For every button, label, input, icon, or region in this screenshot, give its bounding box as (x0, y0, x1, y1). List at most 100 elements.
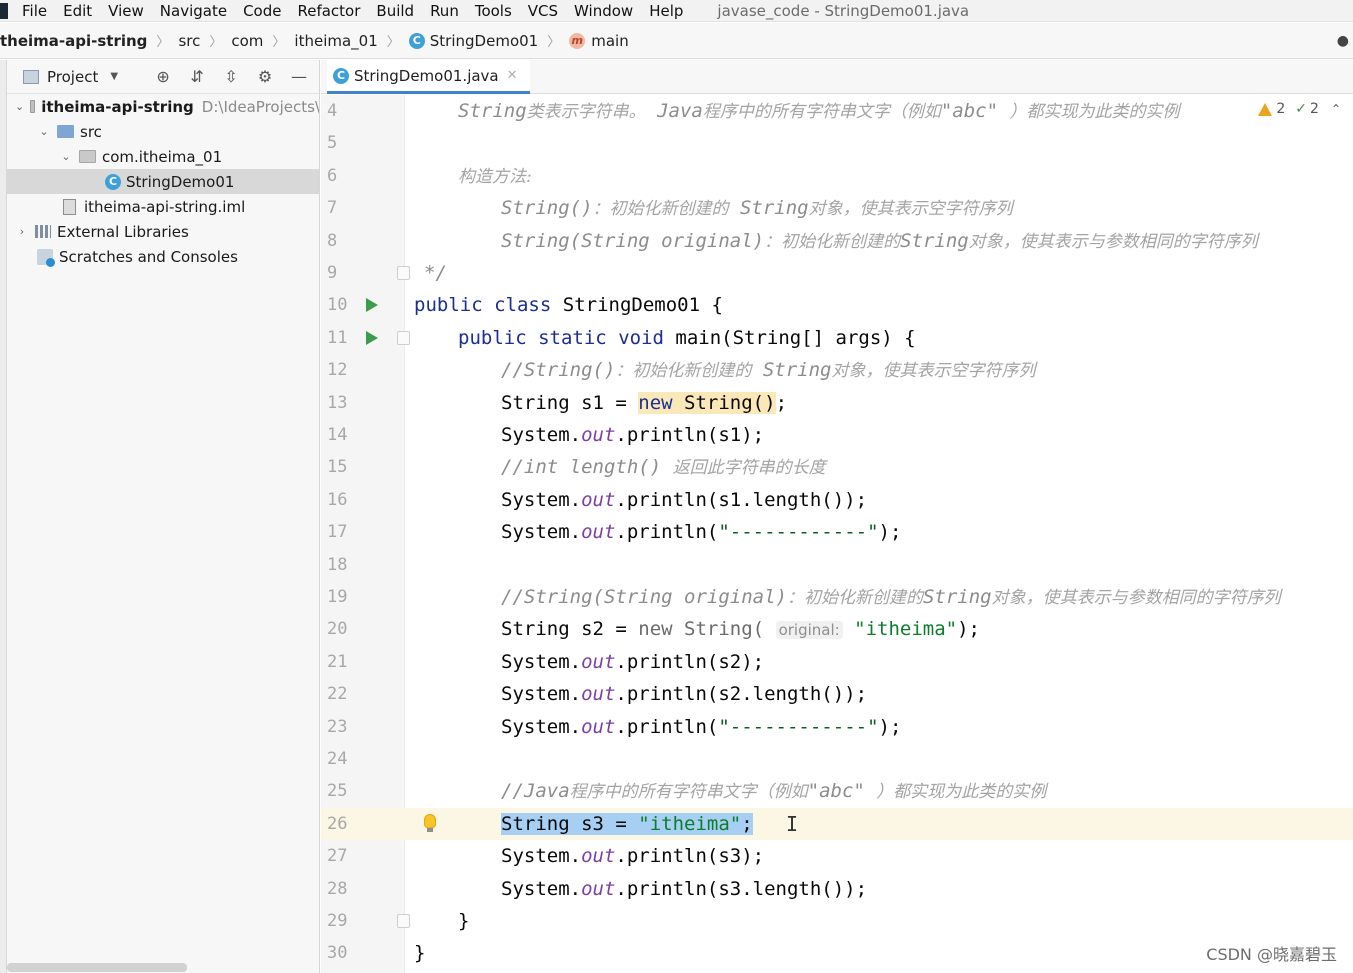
static-field: out (581, 521, 616, 544)
fold-icon[interactable] (397, 330, 410, 345)
tree-item-scratches[interactable]: Scratches and Consoles (7, 244, 319, 269)
menu-vcs[interactable]: VCS (528, 2, 558, 20)
expand-all-icon[interactable]: ⇵ (188, 67, 206, 86)
breadcrumb-method-label: main (591, 31, 629, 50)
user-icon[interactable]: ● (1337, 33, 1349, 49)
menu-build[interactable]: Build (376, 2, 414, 20)
breadcrumb: theima-api-string 〉 src 〉 com 〉 itheima_… (0, 23, 1353, 59)
code-token: String s3 = (501, 812, 639, 835)
code-token: String s2 = (501, 618, 639, 641)
chevron-down-icon[interactable]: ▼ (110, 71, 118, 82)
keyword: public (458, 326, 527, 349)
library-icon (35, 225, 51, 238)
breadcrumb-method[interactable]: m main (569, 31, 629, 50)
code-line[interactable]: 25 //Java程序中的所有字符串文字（例如"abc" ）都实现为此类的实例 (321, 775, 1353, 807)
menu-navigate[interactable]: Navigate (160, 2, 227, 20)
line-number: 29 (327, 911, 348, 931)
code-line[interactable]: 18 (321, 549, 1353, 581)
breadcrumb-src[interactable]: src (178, 32, 200, 50)
code-line[interactable]: 28 System.out.println(s3.length()); (321, 873, 1353, 905)
breadcrumb-class[interactable]: C StringDemo01 (408, 32, 538, 50)
code-line[interactable]: 20 String s2 = new String( original: "it… (321, 613, 1353, 645)
run-icon[interactable] (366, 330, 378, 345)
code-line[interactable]: 14 System.out.println(s1); (321, 419, 1353, 451)
code-line[interactable]: 10 public class StringDemo01 { (321, 289, 1353, 321)
run-icon[interactable] (366, 298, 378, 313)
tree-item-label: External Libraries (57, 222, 189, 241)
comment: String (762, 359, 832, 382)
hide-icon[interactable]: — (290, 67, 308, 86)
fold-icon[interactable] (397, 266, 410, 280)
code-line[interactable]: 4 String类表示字符串。 Java程序中的所有字符串文字（例如"abc" … (321, 95, 1353, 127)
menu-code[interactable]: Code (243, 2, 281, 20)
code-line[interactable]: 17 System.out.println("------------"); (321, 516, 1353, 548)
code-line[interactable]: 12 //String()：初始化新创建的 String对象，使其表示空字符序列 (321, 354, 1353, 386)
chevron-down-icon[interactable]: ⌄ (15, 100, 24, 113)
code-line[interactable]: 19 //String(String original)：初始化新创建的Stri… (321, 581, 1353, 613)
menu-tools[interactable]: Tools (475, 2, 512, 20)
code-editor[interactable]: 2 ✓ 2 ⌃ 4 String类表示字符串。 Java程序中的所有字符串文字（… (321, 95, 1353, 973)
code-line[interactable]: 23 System.out.println("------------"); (321, 711, 1353, 743)
chevron-down-icon[interactable]: ⌄ (37, 125, 51, 138)
code-line[interactable]: 13 String s1 = new String(); (321, 387, 1353, 419)
javadoc-text: ：初始化新创建的 (764, 231, 901, 252)
iml-file-icon (63, 198, 76, 215)
close-icon[interactable]: ✕ (507, 68, 518, 83)
fold-icon[interactable] (397, 914, 410, 928)
code-line[interactable]: 9 */ (321, 257, 1353, 289)
collapse-all-icon[interactable]: ⇳ (222, 67, 240, 86)
tree-item-external-libraries[interactable]: › External Libraries (7, 219, 319, 244)
code-line[interactable]: 5 (321, 127, 1353, 159)
menu-edit[interactable]: Edit (63, 2, 92, 20)
code-token: ; (775, 391, 788, 414)
code-line[interactable]: 15 //int length() 返回此字符串的长度 (321, 451, 1353, 483)
chevron-down-icon[interactable]: ⌄ (59, 150, 73, 163)
code-line[interactable]: 29 } (321, 905, 1353, 937)
code-token: .println( (615, 715, 719, 738)
menu-file[interactable]: File (22, 2, 47, 20)
code-line[interactable]: 27 System.out.println(s3); (321, 840, 1353, 872)
menu-refactor[interactable]: Refactor (297, 2, 360, 20)
code-line[interactable]: 8 String(String original)：初始化新创建的String对… (321, 225, 1353, 257)
horizontal-scrollbar[interactable] (7, 963, 187, 972)
comment: "abc" (807, 780, 865, 803)
code-token: ); (878, 715, 902, 738)
gear-icon[interactable]: ⚙ (256, 67, 274, 86)
menu-window[interactable]: Window (574, 2, 633, 20)
code-line[interactable]: 11 public static void main(String[] args… (321, 322, 1353, 354)
code-text: public static void main(String[] args) { (458, 322, 916, 354)
code-line[interactable]: 16 System.out.println(s1.length()); (321, 484, 1353, 516)
code-line[interactable]: 22 System.out.println(s2.length()); (321, 678, 1353, 710)
method-icon: m (569, 32, 586, 49)
breadcrumb-com[interactable]: com (231, 32, 263, 50)
breadcrumb-package[interactable]: itheima_01 (294, 32, 377, 50)
code-line[interactable]: 7 String()：初始化新创建的 String对象，使其表示空字符序列 (321, 192, 1353, 224)
menu-help[interactable]: Help (649, 2, 683, 20)
module-folder-icon (30, 100, 36, 113)
breadcrumb-project[interactable]: theima-api-string (0, 32, 147, 50)
tool-window-strip (0, 60, 7, 973)
tree-item-package[interactable]: ⌄ com.itheima_01 (7, 144, 319, 169)
code-line-current[interactable]: 26 String s3 = "itheima"; I (321, 807, 1353, 840)
string-literal: "itheima" (638, 812, 742, 835)
menu-view[interactable]: View (108, 2, 144, 20)
tree-item-iml[interactable]: itheima-api-string.iml (7, 194, 319, 219)
tree-item-stringdemo01[interactable]: C StringDemo01 (7, 169, 319, 194)
code-line[interactable]: 24 (321, 743, 1353, 775)
tree-item-project[interactable]: ⌄ itheima-api-string D:\IdeaProjects\ (7, 94, 319, 119)
lightbulb-icon[interactable] (424, 813, 436, 832)
javadoc-text: String (739, 197, 809, 220)
project-panel-title[interactable]: Project (47, 68, 98, 86)
menu-run[interactable]: Run (430, 2, 459, 20)
code-line[interactable]: 21 System.out.println(s2); (321, 646, 1353, 678)
code-line[interactable]: 6 构造方法: (321, 160, 1353, 192)
code-line[interactable]: 30 } (321, 937, 1353, 969)
code-token: ); (878, 521, 902, 544)
locate-icon[interactable]: ⊕ (154, 67, 172, 86)
tab-stringdemo01-java[interactable]: C StringDemo01.java ✕ (327, 60, 530, 94)
line-number: 20 (327, 619, 348, 640)
tree-item-src[interactable]: ⌄ src (7, 119, 319, 144)
keyword: new (638, 391, 673, 414)
comment: ：初始化新创建的 (615, 361, 752, 382)
chevron-right-icon[interactable]: › (15, 225, 29, 238)
